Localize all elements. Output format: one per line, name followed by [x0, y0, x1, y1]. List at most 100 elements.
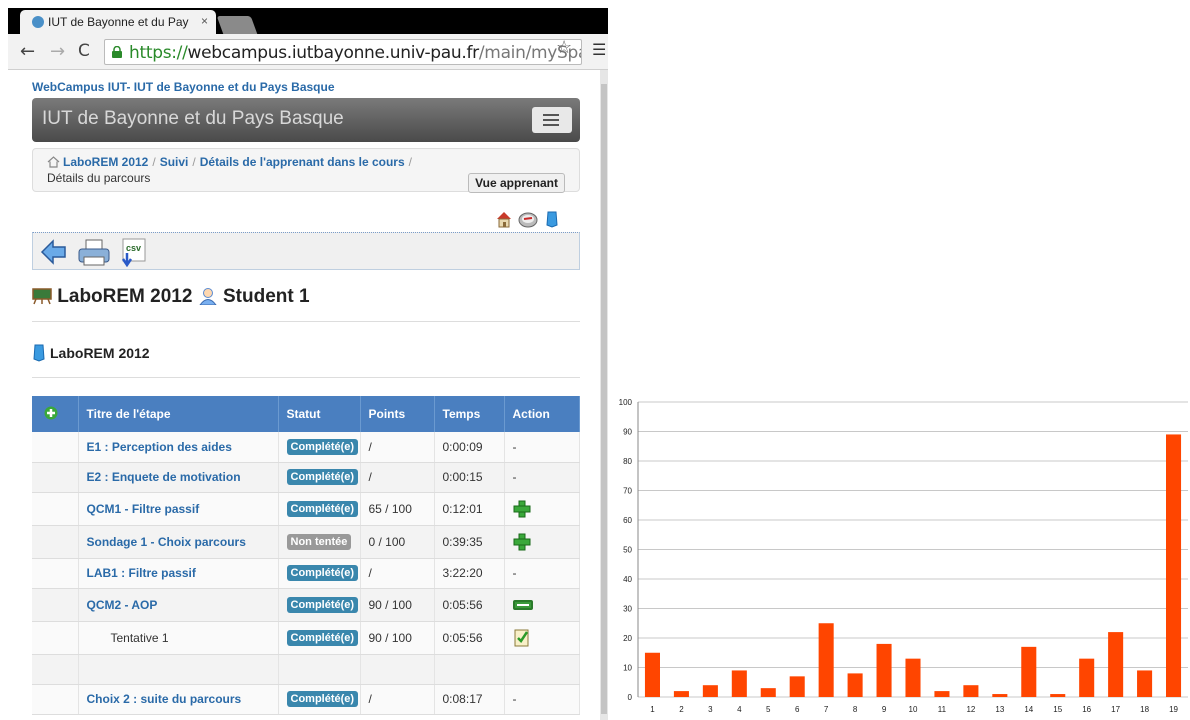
learning-path-icon: [33, 344, 45, 362]
minus-icon[interactable]: [512, 600, 533, 611]
time-cell: 0:08:17: [434, 684, 505, 715]
x-tick-label: 1: [650, 705, 655, 714]
browser-window: IUT de Bayonne et du Pay × ← → C https:/…: [8, 8, 608, 720]
expand-all-header[interactable]: [32, 396, 79, 432]
status-badge: Complété(e): [286, 438, 359, 455]
points-cell: 90 / 100: [360, 588, 435, 622]
points-cell: 90 / 100: [360, 621, 435, 655]
step-title-link[interactable]: E2 : Enquete de motivation: [87, 470, 241, 484]
row-spacer-cell: [32, 462, 79, 493]
status-cell: Non tentée: [278, 525, 361, 559]
plus-icon[interactable]: [44, 406, 58, 420]
page-viewport: WebCampus IUT- IUT de Bayonne et du Pays…: [8, 70, 608, 720]
bar: [731, 670, 747, 697]
action-text: -: [512, 439, 517, 454]
back-icon[interactable]: ←: [20, 41, 35, 62]
breadcrumb-learner-details[interactable]: Détails de l'apprenant dans le cours: [200, 155, 405, 169]
step-title-link[interactable]: E1 : Perception des aides: [87, 440, 232, 454]
y-tick-label: 100: [619, 398, 633, 407]
breadcrumb-separator: /: [152, 155, 156, 169]
x-tick-label: 7: [824, 705, 829, 714]
site-link[interactable]: WebCampus IUT- IUT de Bayonne et du Pays…: [32, 80, 580, 94]
bar: [905, 658, 921, 697]
star-icon[interactable]: ☆: [556, 37, 572, 58]
bar: [760, 688, 776, 697]
x-tick-label: 5: [766, 705, 771, 714]
action-text: -: [512, 692, 517, 706]
x-tick-label: 8: [853, 705, 858, 714]
status-badge: Complété(e): [286, 500, 359, 517]
column-header-action: Action: [504, 396, 580, 432]
scrollbar[interactable]: [600, 70, 608, 720]
step-title-link[interactable]: QCM1 - Filtre passif: [87, 502, 200, 516]
course-home-icon[interactable]: [496, 210, 512, 228]
action-cell: [504, 525, 580, 559]
y-tick-label: 90: [623, 428, 632, 437]
compass-icon[interactable]: [518, 210, 538, 228]
points-cell: [360, 654, 435, 685]
address-bar[interactable]: https://webcampus.iutbayonne.univ-pau.fr…: [104, 39, 582, 65]
course-icon: [32, 288, 52, 305]
page-content: WebCampus IUT- IUT de Bayonne et du Pays…: [32, 70, 580, 715]
browser-toolbar: ← → C https://webcampus.iutbayonne.univ-…: [8, 34, 608, 70]
status-cell: Complété(e): [278, 462, 361, 493]
time-cell: 0:39:35: [434, 525, 505, 559]
browser-tab[interactable]: IUT de Bayonne et du Pay ×: [20, 10, 216, 34]
step-title-link[interactable]: LAB1 : Filtre passif: [87, 566, 196, 580]
lock-icon: [112, 46, 122, 58]
favicon-icon: [32, 16, 44, 28]
points-cell: /: [360, 462, 435, 493]
points-cell: 65 / 100: [360, 492, 435, 526]
breadcrumb-tracking[interactable]: Suivi: [160, 155, 189, 169]
x-tick-label: 18: [1140, 705, 1149, 714]
back-arrow-icon[interactable]: [39, 237, 69, 267]
student-name: Student 1: [223, 286, 310, 307]
x-tick-label: 4: [737, 705, 742, 714]
x-tick-label: 3: [708, 705, 713, 714]
breadcrumb-course[interactable]: LaboREM 2012: [63, 155, 148, 169]
bar-chart: 01020304050607080901001 2 3 4 5 6 7 8 9 10 11 12 13 1…: [619, 398, 1188, 714]
tab-close-icon[interactable]: ×: [201, 14, 208, 28]
row-spacer-cell: [32, 492, 79, 526]
points-cell: 0 / 100: [360, 525, 435, 559]
learner-view-button[interactable]: Vue apprenant: [468, 173, 565, 193]
x-tick-label: 15: [1053, 705, 1062, 714]
step-title-link[interactable]: QCM2 - AOP: [87, 598, 158, 612]
step-title-link[interactable]: Choix 2 : suite du parcours: [87, 692, 242, 706]
y-tick-label: 20: [623, 634, 632, 643]
bar: [818, 623, 834, 697]
reload-icon[interactable]: C: [78, 41, 90, 61]
status-cell: [278, 654, 361, 685]
hamburger-menu-button[interactable]: [532, 107, 572, 133]
x-tick-label: 2: [679, 705, 684, 714]
print-icon[interactable]: [77, 237, 111, 267]
forward-icon[interactable]: →: [50, 41, 65, 62]
action-bar: csv: [32, 232, 580, 270]
step-title-cell: Tentative 1: [78, 621, 279, 655]
bar: [963, 685, 979, 697]
menu-icon[interactable]: ☰: [592, 40, 606, 60]
status-cell: Complété(e): [278, 684, 361, 715]
bar: [702, 685, 718, 697]
action-cell: [504, 621, 580, 655]
learning-path-icon[interactable]: [544, 210, 560, 228]
time-cell: 0:05:56: [434, 588, 505, 622]
bar: [1166, 434, 1182, 697]
step-title-cell: [78, 654, 279, 685]
x-tick-label: 14: [1024, 705, 1033, 714]
home-icon[interactable]: [47, 156, 60, 168]
table-row: QCM2 - AOP Complété(e) 90 / 100 0:05:56: [32, 588, 580, 622]
plus-icon[interactable]: [513, 500, 531, 518]
status-badge: Non tentée: [286, 533, 352, 550]
scrollbar-thumb[interactable]: [601, 84, 607, 714]
new-tab-button[interactable]: [216, 16, 258, 34]
navbar-title[interactable]: IUT de Bayonne et du Pays Basque: [42, 108, 344, 130]
quiz-icon[interactable]: [513, 629, 531, 647]
time-cell: 0:00:15: [434, 462, 505, 493]
plus-icon[interactable]: [513, 533, 531, 551]
csv-export-icon[interactable]: csv: [119, 237, 147, 267]
breadcrumb-separator: /: [408, 155, 412, 169]
course-name: LaboREM 2012: [57, 286, 193, 307]
status-cell: Complété(e): [278, 621, 361, 655]
step-title-link[interactable]: Sondage 1 - Choix parcours: [87, 535, 246, 549]
